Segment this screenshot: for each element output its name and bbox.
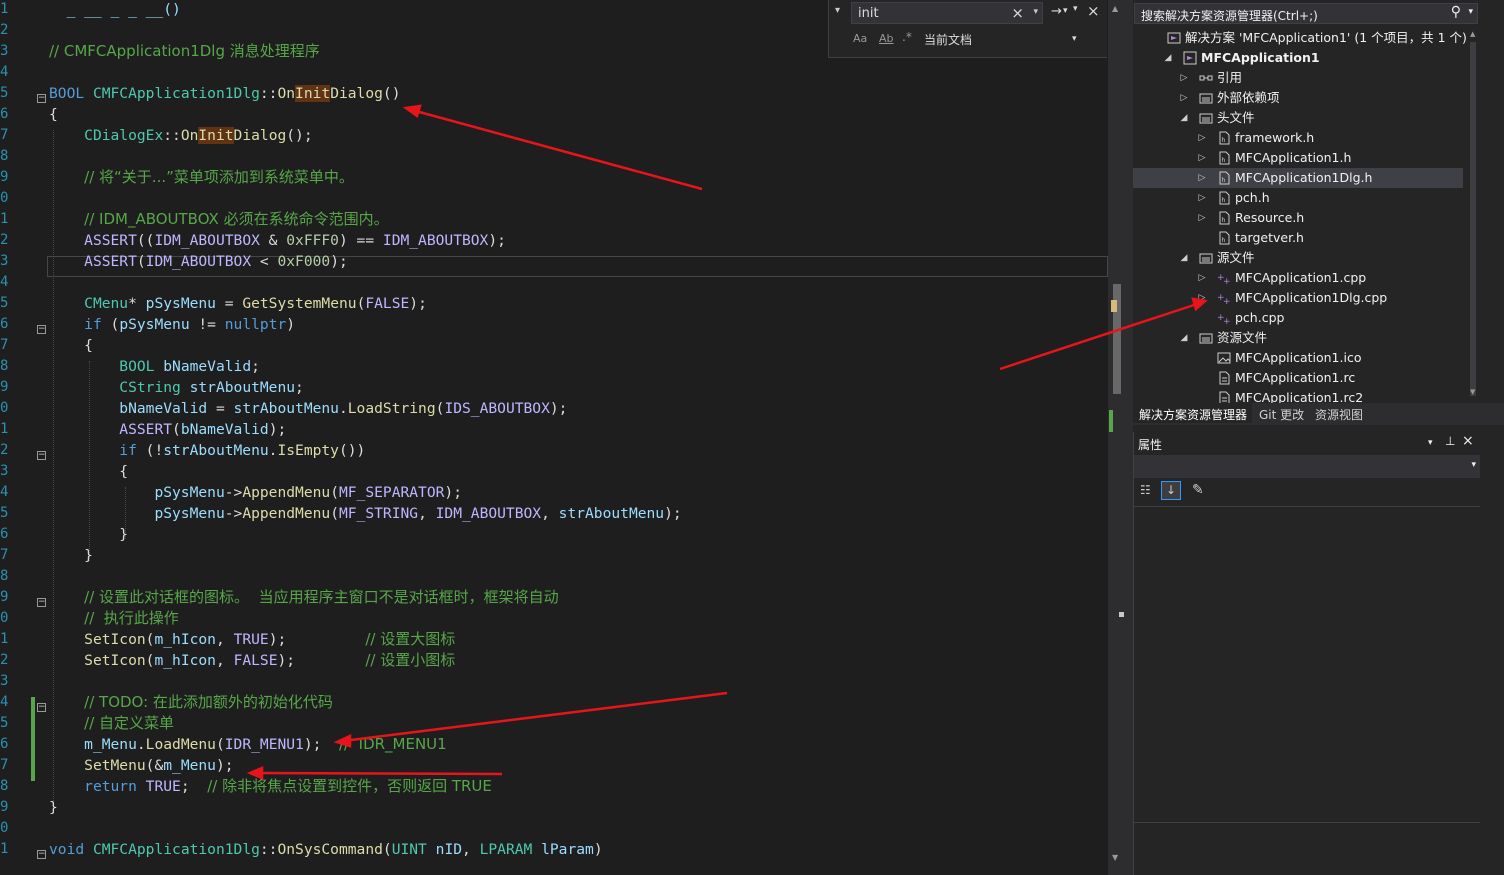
annotation-arrowhead [333,734,352,748]
annotation-arrow [411,108,703,191]
annotation-arrow [342,691,728,743]
annotation-arrowhead [1191,297,1208,312]
annotation-arrow [999,301,1201,371]
annotation-arrowhead [246,766,264,780]
annotation-layer [246,104,1208,780]
annotation-arrowhead [402,104,422,119]
annotation-arrow [255,771,503,776]
